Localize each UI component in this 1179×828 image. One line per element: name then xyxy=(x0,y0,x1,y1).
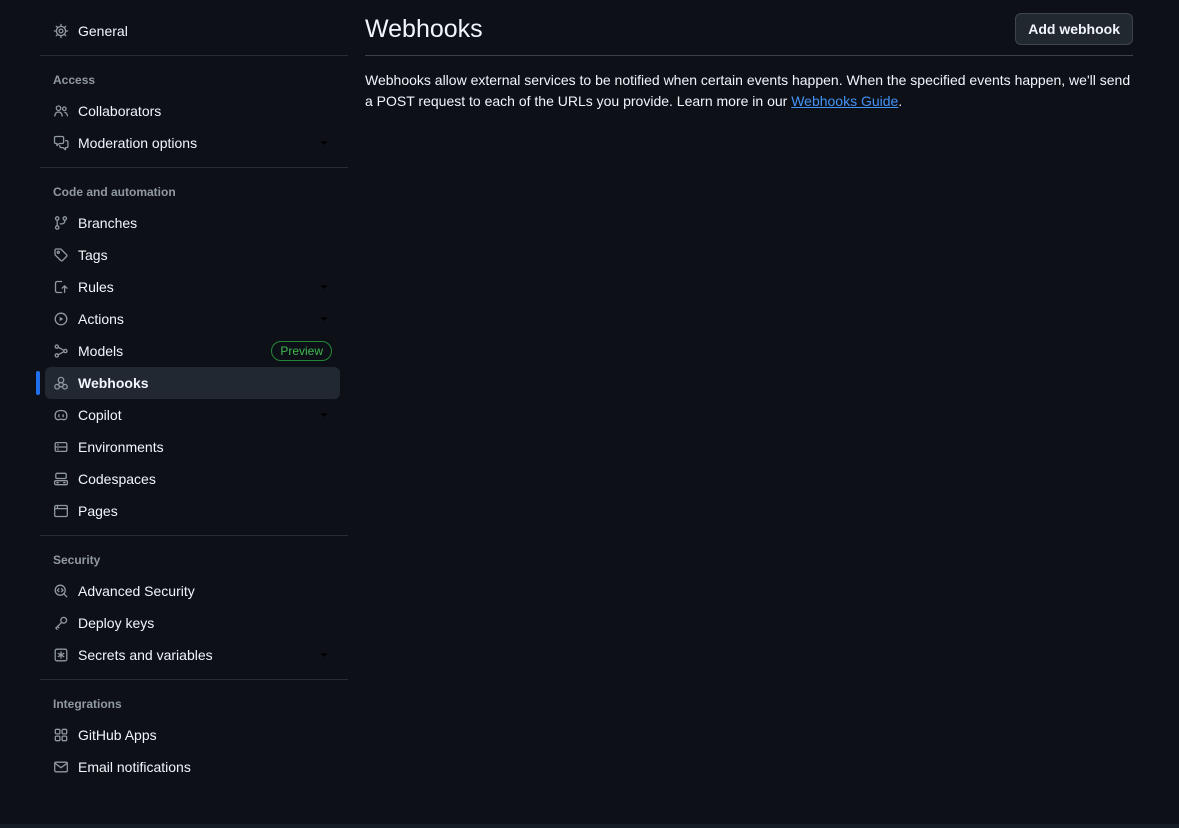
git-branch-icon xyxy=(53,215,69,231)
description-text-end: . xyxy=(898,93,902,109)
section-header-access: Access xyxy=(40,64,348,95)
server-icon xyxy=(53,439,69,455)
sidebar-item-label: GitHub Apps xyxy=(78,727,157,743)
sidebar-item-secrets-and-variables[interactable]: Secrets and variables xyxy=(45,639,340,671)
sidebar-item-label: Tags xyxy=(78,247,108,263)
sidebar-item-pages[interactable]: Pages xyxy=(45,495,340,527)
codespaces-icon xyxy=(53,471,69,487)
preview-badge: Preview xyxy=(271,341,332,361)
sidebar-item-label: Branches xyxy=(78,215,137,231)
sidebar-item-label: Rules xyxy=(78,279,114,295)
add-webhook-button[interactable]: Add webhook xyxy=(1015,13,1133,45)
sidebar-item-label: General xyxy=(78,23,128,39)
settings-sidebar: General Access Collaborators Moderation … xyxy=(40,0,348,783)
sidebar-item-codespaces[interactable]: Codespaces xyxy=(45,463,340,495)
webhooks-description: Webhooks allow external services to be n… xyxy=(365,70,1133,112)
gear-icon xyxy=(53,23,69,39)
section-header-integrations: Integrations xyxy=(40,688,348,719)
description-text: Webhooks allow external services to be n… xyxy=(365,72,1130,109)
sidebar-item-label: Environments xyxy=(78,439,164,455)
sidebar-item-label: Models xyxy=(78,343,123,359)
sidebar-item-label: Deploy keys xyxy=(78,615,154,631)
sidebar-item-label: Collaborators xyxy=(78,103,161,119)
divider xyxy=(40,679,348,680)
play-icon xyxy=(53,311,69,327)
sidebar-item-github-apps[interactable]: GitHub Apps xyxy=(45,719,340,751)
sidebar-item-label: Secrets and variables xyxy=(78,647,213,663)
sidebar-item-label: Webhooks xyxy=(78,375,149,391)
page-header: Webhooks Add webhook xyxy=(365,0,1133,56)
sidebar-item-email-notifications[interactable]: Email notifications xyxy=(45,751,340,783)
sidebar-item-rules[interactable]: Rules xyxy=(45,271,340,303)
section-header-security: Security xyxy=(40,544,348,575)
sidebar-item-advanced-security[interactable]: Advanced Security xyxy=(45,575,340,607)
rules-icon xyxy=(53,279,69,295)
chevron-down-icon xyxy=(316,135,332,151)
sidebar-item-environments[interactable]: Environments xyxy=(45,431,340,463)
divider xyxy=(40,167,348,168)
sidebar-item-moderation-options[interactable]: Moderation options xyxy=(45,127,340,159)
chevron-down-icon xyxy=(316,279,332,295)
key-asterisk-icon xyxy=(53,647,69,663)
sidebar-item-collaborators[interactable]: Collaborators xyxy=(45,95,340,127)
sidebar-item-actions[interactable]: Actions xyxy=(45,303,340,335)
webhooks-guide-link[interactable]: Webhooks Guide xyxy=(791,93,898,109)
bottom-edge xyxy=(0,824,1179,828)
sidebar-item-label: Copilot xyxy=(78,407,122,423)
apps-icon xyxy=(53,727,69,743)
model-icon xyxy=(53,343,69,359)
tag-icon xyxy=(53,247,69,263)
section-header-code-and-automation: Code and automation xyxy=(40,176,348,207)
sidebar-item-general[interactable]: General xyxy=(45,15,340,47)
divider xyxy=(40,535,348,536)
people-icon xyxy=(53,103,69,119)
page-title: Webhooks xyxy=(365,13,483,45)
sidebar-item-webhooks[interactable]: Webhooks xyxy=(45,367,340,399)
browser-icon xyxy=(53,503,69,519)
sidebar-item-label: Moderation options xyxy=(78,135,197,151)
divider xyxy=(40,55,348,56)
sidebar-item-label: Advanced Security xyxy=(78,583,195,599)
sidebar-item-tags[interactable]: Tags xyxy=(45,239,340,271)
chevron-down-icon xyxy=(316,647,332,663)
sidebar-item-models[interactable]: Models Preview xyxy=(45,335,340,367)
sidebar-item-deploy-keys[interactable]: Deploy keys xyxy=(45,607,340,639)
sidebar-item-branches[interactable]: Branches xyxy=(45,207,340,239)
chevron-down-icon xyxy=(316,407,332,423)
key-icon xyxy=(53,615,69,631)
sidebar-item-copilot[interactable]: Copilot xyxy=(45,399,340,431)
mail-icon xyxy=(53,759,69,775)
comment-discussion-icon xyxy=(53,135,69,151)
webhook-icon xyxy=(53,375,69,391)
webhooks-settings-panel: Webhooks Add webhook Webhooks allow exte… xyxy=(365,0,1133,112)
sidebar-item-label: Codespaces xyxy=(78,471,156,487)
chevron-down-icon xyxy=(316,311,332,327)
active-page-indicator xyxy=(36,371,40,395)
sidebar-item-label: Email notifications xyxy=(78,759,191,775)
sidebar-item-label: Actions xyxy=(78,311,124,327)
copilot-icon xyxy=(53,407,69,423)
codescan-icon xyxy=(53,583,69,599)
sidebar-item-label: Pages xyxy=(78,503,118,519)
